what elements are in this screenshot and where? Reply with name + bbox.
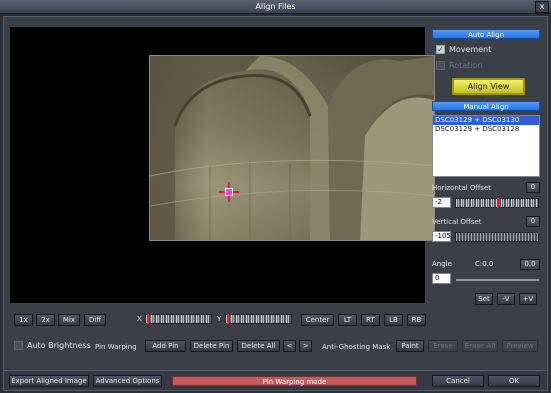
rt-button[interactable]: RT <box>361 314 380 326</box>
close-icon[interactable]: x <box>535 1 549 13</box>
center-button[interactable]: Center <box>301 314 334 326</box>
lt-button[interactable]: LT <box>338 314 357 326</box>
vertical-offset-label: Vertical Offset <box>432 218 482 226</box>
rotation-label: Rotation <box>449 61 483 70</box>
preview-mask-button: Preview <box>502 340 538 352</box>
vertical-offset-slider[interactable] <box>455 232 539 242</box>
delete-all-button[interactable]: Delete All <box>237 340 280 352</box>
auto-align-header: Auto Align <box>432 29 540 39</box>
auto-brightness-label: Auto Brightness <box>27 341 91 350</box>
angle-center-readout: C:0.0 <box>475 260 494 268</box>
rotation-checkbox <box>436 61 445 70</box>
list-item[interactable]: DSC03129 + DSC03130 <box>433 116 539 125</box>
y-offset-label: Y <box>217 315 222 323</box>
delete-pin-button[interactable]: Delete Pin <box>190 340 233 352</box>
preview-canvas[interactable] <box>10 27 435 303</box>
angle-reset-button[interactable]: 0.0 <box>520 259 540 270</box>
add-pin-button[interactable]: Add Pin <box>145 340 186 352</box>
minus-v-button[interactable]: -V <box>497 293 515 305</box>
x-offset-thumb[interactable] <box>147 314 149 324</box>
align-view-button[interactable]: Align View <box>452 78 525 95</box>
title-bar: Align Files x <box>0 0 551 14</box>
manual-align-header: Manual Align <box>432 101 540 111</box>
horizontal-offset-field[interactable]: -2 <box>432 197 451 208</box>
mix-button[interactable]: Mix <box>58 314 80 326</box>
zoom-2x-button[interactable]: 2x <box>36 314 55 326</box>
export-aligned-image-button[interactable]: Export Aligned Image <box>9 375 89 387</box>
y-offset-slider[interactable] <box>225 314 292 324</box>
angle-slider[interactable] <box>456 279 539 281</box>
movement-checkbox[interactable]: ✓ <box>436 45 445 54</box>
status-bar: Pin Warping mode <box>172 376 417 386</box>
angle-label: Angle <box>432 260 452 268</box>
vertical-offset-reset-button[interactable]: 0 <box>526 216 540 227</box>
auto-brightness-checkbox[interactable] <box>14 341 23 350</box>
set-button[interactable]: Set <box>475 293 493 305</box>
horizontal-offset-reset-button[interactable]: 0 <box>526 182 540 193</box>
pin-warping-label: Pin Warping <box>95 343 137 351</box>
photo-arches <box>150 56 434 240</box>
horizontal-offset-thumb[interactable] <box>497 198 499 208</box>
diff-button[interactable]: Diff <box>84 314 106 326</box>
window-title: Align Files <box>255 2 296 11</box>
zoom-1x-button[interactable]: 1x <box>14 314 33 326</box>
pin-center <box>225 188 233 196</box>
angle-field[interactable]: 0 <box>432 273 451 284</box>
paint-button[interactable]: Paint <box>396 340 424 352</box>
rb-button[interactable]: RB <box>407 314 426 326</box>
anti-ghosting-label: Anti-Ghosting Mask <box>322 343 391 351</box>
previous-pin-button[interactable]: < <box>283 340 296 352</box>
auto-brightness-row[interactable]: Auto Brightness <box>14 341 91 350</box>
ok-button[interactable]: OK <box>488 375 540 387</box>
x-offset-slider[interactable] <box>145 314 212 324</box>
advanced-options-button[interactable]: Advanced Options <box>93 375 162 387</box>
movement-checkbox-row[interactable]: ✓ Movement <box>436 45 491 54</box>
rotation-checkbox-row: Rotation <box>436 61 482 70</box>
erase-all-button: Erase All <box>462 340 498 352</box>
list-item[interactable]: DSC03129 + DSC03128 <box>433 125 539 134</box>
file-pair-list[interactable]: DSC03129 + DSC03130 DSC03129 + DSC03128 <box>432 115 540 177</box>
horizontal-offset-slider[interactable] <box>455 198 539 208</box>
x-offset-label: X <box>137 315 142 323</box>
erase-button: Erase <box>428 340 458 352</box>
cancel-button[interactable]: Cancel <box>432 375 484 387</box>
lb-button[interactable]: LB <box>384 314 403 326</box>
pin-marker[interactable] <box>219 182 239 202</box>
plus-v-button[interactable]: +V <box>519 293 537 305</box>
overlay-photo[interactable] <box>149 55 435 241</box>
vertical-offset-field[interactable]: -105 <box>432 231 451 242</box>
horizontal-offset-label: Horizontal Offset <box>432 184 491 192</box>
next-pin-button[interactable]: > <box>299 340 312 352</box>
movement-label: Movement <box>449 45 492 54</box>
y-offset-thumb[interactable] <box>227 314 229 324</box>
